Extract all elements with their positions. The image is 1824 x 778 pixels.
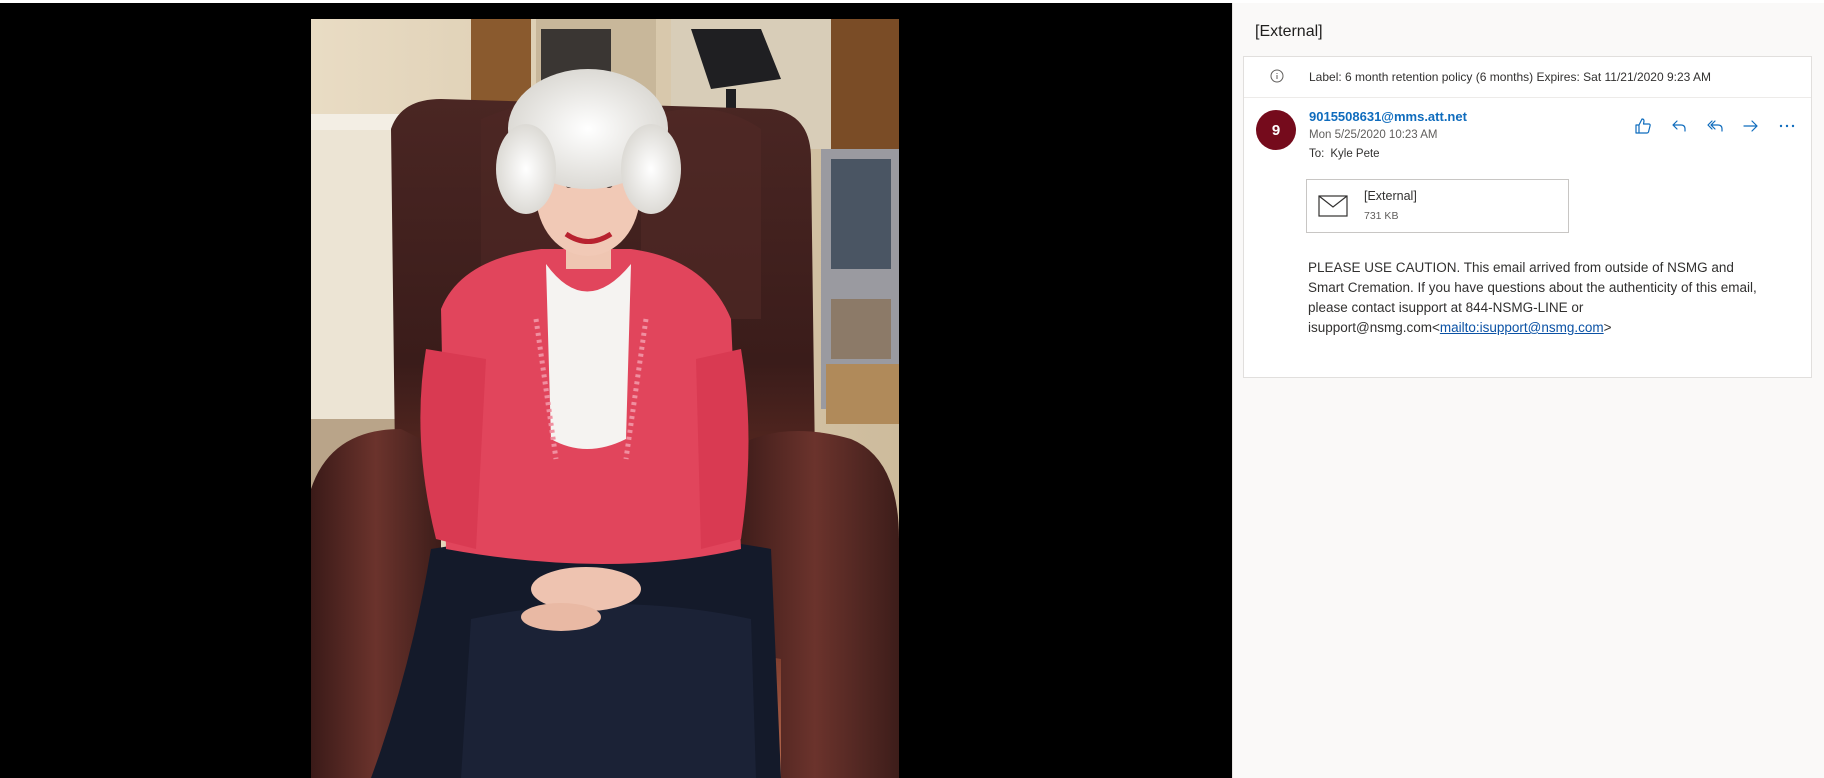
like-button[interactable] [1631, 114, 1655, 138]
reading-pane: [External] Label: 6 month retention poli… [1232, 3, 1824, 778]
app-root: [External] Label: 6 month retention poli… [0, 0, 1824, 778]
attachment-card[interactable]: [External] 731 KB [1306, 179, 1569, 233]
forward-icon [1743, 120, 1758, 132]
photo-illustration [311, 19, 899, 778]
forward-button[interactable] [1739, 114, 1763, 138]
more-actions-button[interactable] [1775, 114, 1799, 138]
info-icon [1270, 69, 1284, 83]
sent-date: Mon 5/25/2020 10:23 AM [1309, 129, 1438, 141]
email-subject: [External] [1255, 23, 1323, 40]
reply-icon [1672, 120, 1686, 132]
email-body: PLEASE USE CAUTION. This email arrived f… [1308, 258, 1768, 338]
reply-all-icon [1707, 120, 1723, 132]
body-text-end: > [1603, 320, 1612, 335]
more-icon [1779, 124, 1795, 128]
support-mailto-link[interactable]: mailto:isupport@nsmg.com [1440, 320, 1604, 335]
to-label: To: [1309, 148, 1325, 160]
attachment-name: [External] [1364, 189, 1417, 203]
message-actions [1631, 114, 1799, 138]
sender-avatar[interactable]: 9 [1256, 110, 1296, 150]
mail-icon [1318, 195, 1348, 217]
retention-label-text: Label: 6 month retention policy (6 month… [1309, 70, 1712, 84]
thumbs-up-icon [1635, 118, 1651, 134]
recipient-line: To: Kyle Pete [1309, 148, 1380, 160]
recipient-name[interactable]: Kyle Pete [1330, 148, 1379, 160]
retention-label-bar: Label: 6 month retention policy (6 month… [1244, 57, 1811, 98]
attached-photo[interactable] [311, 19, 899, 778]
sender-address[interactable]: 9015508631@mms.att.net [1309, 109, 1467, 124]
image-viewer [0, 3, 1232, 778]
reply-button[interactable] [1667, 114, 1691, 138]
message-card: Label: 6 month retention policy (6 month… [1243, 56, 1812, 378]
attachment-size: 731 KB [1364, 210, 1399, 222]
reply-all-button[interactable] [1703, 114, 1727, 138]
